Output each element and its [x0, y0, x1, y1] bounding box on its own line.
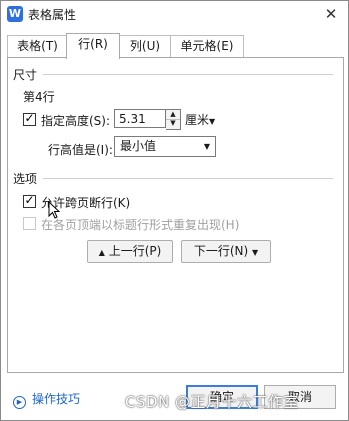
row-number-label: 第4行	[23, 90, 55, 104]
chevron-down-icon: ▼	[203, 142, 210, 151]
dialog-title: 表格属性	[28, 8, 77, 22]
height-unit-label: 厘米	[185, 113, 210, 127]
spin-down-icon[interactable]: ▼	[166, 119, 180, 128]
tips-link[interactable]: ▶ 操作技巧	[13, 390, 80, 409]
size-section-heading: 尺寸	[13, 68, 38, 82]
height-mode-label: 行高值是(I):	[48, 143, 113, 157]
row-height-spinner[interactable]: ▲ ▼	[166, 109, 181, 130]
next-row-button[interactable]: 下一行(N) ▼	[181, 240, 271, 263]
wps-app-icon: W	[7, 6, 23, 22]
height-mode-select[interactable]: 最小值 ▼	[114, 136, 216, 157]
options-divider	[43, 178, 333, 179]
arrow-up-icon: ▲	[98, 248, 105, 257]
tips-label: 操作技巧	[32, 392, 81, 406]
allow-break-checkbox[interactable]: ✓	[23, 193, 36, 208]
tab-table[interactable]: 表格(T)	[7, 35, 68, 58]
watermark: CSDN @正月十六工作室	[125, 393, 300, 411]
chevron-down-icon: ▼	[209, 117, 216, 126]
row-height-input[interactable]: 5.31	[114, 109, 166, 128]
checkmark-icon: ✓	[24, 193, 35, 207]
repeat-header-label: 在各页顶端以标题行形式重复出现(H)	[41, 218, 240, 232]
title-bar: W 表格属性 ✕	[1, 1, 348, 29]
tab-column[interactable]: 列(U)	[118, 35, 172, 58]
arrow-down-icon: ▼	[252, 248, 259, 257]
next-row-label: 下一行(N)	[193, 244, 249, 258]
play-circle-icon: ▶	[13, 396, 26, 409]
tab-row[interactable]: 行(R)	[66, 33, 120, 59]
previous-row-button[interactable]: ▲ 上一行(P)	[87, 240, 173, 263]
table-properties-dialog: W 表格属性 ✕ 表格(T) 行(R) 列(U) 单元格(E) 尺寸 第4行 ✓…	[0, 0, 349, 421]
checkmark-icon: ✓	[24, 111, 35, 125]
repeat-header-checkbox[interactable]	[23, 217, 36, 230]
specify-height-label: 指定高度(S):	[41, 114, 111, 128]
tab-cell[interactable]: 单元格(E)	[170, 35, 244, 58]
height-unit-select[interactable]: 厘米▼	[185, 111, 215, 128]
close-icon[interactable]: ✕	[320, 4, 342, 24]
mouse-cursor-icon	[48, 201, 60, 219]
specify-height-checkbox[interactable]: ✓	[23, 111, 36, 126]
size-divider	[43, 74, 333, 75]
previous-row-label: 上一行(P)	[108, 244, 162, 258]
height-mode-value: 最小值	[120, 139, 157, 153]
options-section-heading: 选项	[13, 172, 38, 186]
